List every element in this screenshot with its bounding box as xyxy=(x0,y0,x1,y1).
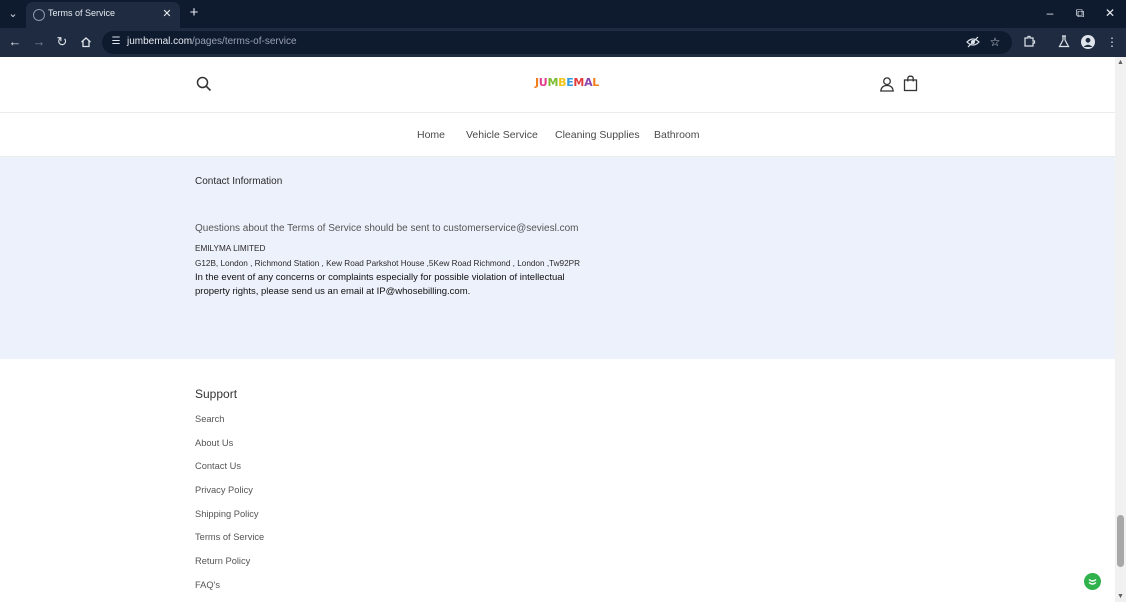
minimize-button[interactable]: – xyxy=(1040,4,1060,22)
footer-link-shipping-policy[interactable]: Shipping Policy xyxy=(195,509,259,519)
browser-tab-strip: ⌄ Terms of Service ✕ + – ⧉ ✕ xyxy=(0,0,1126,28)
footer-link-about-us[interactable]: About Us xyxy=(195,438,233,448)
profile-button[interactable] xyxy=(1081,35,1095,49)
company-name: EMILYMA LIMITED xyxy=(195,244,266,253)
tab-search-button[interactable]: ⌄ xyxy=(4,5,22,23)
contact-information-section: Contact Information Questions about the … xyxy=(0,157,1115,359)
account-button[interactable] xyxy=(879,76,895,94)
logo-letter: M xyxy=(573,76,585,89)
address-bar[interactable]: ☰ jumbemal.com/pages/terms-of-service ☆ xyxy=(102,31,1012,54)
chevron-down-icon: ⌄ xyxy=(8,8,18,20)
search-button[interactable] xyxy=(196,76,214,94)
forward-button[interactable]: → xyxy=(30,33,48,51)
ip-complaint-notice: In the event of any concerns or complain… xyxy=(195,272,565,297)
contact-question-text: Questions about the Terms of Service sho… xyxy=(195,223,579,234)
nav-link-home[interactable]: Home xyxy=(417,129,445,141)
user-icon xyxy=(880,77,894,92)
main-navigation: Home Vehicle Service Cleaning Supplies B… xyxy=(0,113,1115,157)
footer-link-search[interactable]: Search xyxy=(195,414,224,424)
arrow-right-icon: → xyxy=(32,34,46,49)
star-icon: ☆ xyxy=(989,35,1001,49)
tab-title: Terms of Service xyxy=(48,8,116,18)
labs-button[interactable] xyxy=(1055,33,1073,51)
eye-off-icon xyxy=(966,36,980,48)
restore-button[interactable]: ⧉ xyxy=(1070,4,1090,22)
close-icon: ✕ xyxy=(162,8,172,20)
back-button[interactable]: ← xyxy=(6,33,24,51)
logo-letter: M xyxy=(547,76,559,89)
site-logo[interactable]: JUMBEMAL xyxy=(535,76,599,89)
nav-link-bathroom[interactable]: Bathroom xyxy=(654,129,700,141)
logo-letter: B xyxy=(558,76,567,89)
chat-widget-button[interactable] xyxy=(1084,573,1101,590)
footer-link-contact-us[interactable]: Contact Us xyxy=(195,461,241,471)
flask-icon xyxy=(1058,35,1070,48)
url-path: /pages/terms-of-service xyxy=(192,36,297,47)
url-host: jumbemal.com xyxy=(127,36,193,47)
footer-link-faqs[interactable]: FAQ's xyxy=(195,580,220,590)
minimize-icon: – xyxy=(1046,6,1054,20)
page-scrollbar[interactable]: ▲ ▼ xyxy=(1115,57,1126,602)
footer-link-return-policy[interactable]: Return Policy xyxy=(195,556,250,566)
extensions-button[interactable] xyxy=(1020,33,1038,51)
scroll-up-arrow-icon[interactable]: ▲ xyxy=(1117,59,1124,66)
shopping-bag-icon xyxy=(903,75,918,92)
nav-link-cleaning-supplies[interactable]: Cleaning Supplies xyxy=(555,129,640,141)
browser-tab[interactable]: Terms of Service ✕ xyxy=(26,2,180,28)
close-window-button[interactable]: ✕ xyxy=(1100,4,1120,22)
scroll-down-arrow-icon[interactable]: ▼ xyxy=(1117,593,1124,600)
bookmark-button[interactable]: ☆ xyxy=(987,34,1003,50)
home-button[interactable] xyxy=(77,33,95,51)
reload-button[interactable]: ↻ xyxy=(53,33,71,51)
url-text: jumbemal.com/pages/terms-of-service xyxy=(127,36,297,47)
scrollbar-thumb[interactable] xyxy=(1117,515,1124,567)
plus-icon: + xyxy=(189,4,199,21)
contact-heading: Contact Information xyxy=(195,176,283,187)
footer-link-terms-of-service[interactable]: Terms of Service xyxy=(195,532,264,542)
page-viewport: JUMBEMAL Home Vehicle Service Cleaning S… xyxy=(0,57,1115,602)
browser-toolbar: ← → ↻ ☰ jumbemal.com/pages/terms-of-serv… xyxy=(0,28,1126,57)
search-icon xyxy=(196,76,212,92)
kebab-menu-icon: ⋮ xyxy=(1106,35,1118,49)
globe-icon xyxy=(33,9,45,21)
nav-link-vehicle-service[interactable]: Vehicle Service xyxy=(466,129,538,141)
logo-letter: L xyxy=(592,76,599,89)
reload-icon: ↻ xyxy=(56,34,68,49)
browser-menu-button[interactable]: ⋮ xyxy=(1103,33,1121,51)
restore-icon: ⧉ xyxy=(1075,6,1085,20)
footer-support-heading: Support xyxy=(195,387,238,401)
cart-button[interactable] xyxy=(903,75,919,93)
site-footer: Support Search About Us Contact Us Priva… xyxy=(0,359,1115,602)
tracking-protection-button[interactable] xyxy=(965,34,981,50)
puzzle-icon xyxy=(1023,35,1035,47)
footer-link-privacy-policy[interactable]: Privacy Policy xyxy=(195,485,253,495)
chat-icon xyxy=(1088,578,1097,585)
site-header: JUMBEMAL xyxy=(0,57,1115,113)
arrow-left-icon: ← xyxy=(8,34,22,49)
close-icon: ✕ xyxy=(1104,6,1116,20)
tune-icon: ☰ xyxy=(111,36,121,47)
site-info-button[interactable]: ☰ xyxy=(109,35,123,49)
close-tab-button[interactable]: ✕ xyxy=(160,7,174,21)
company-address: G12B, London , Richmond Station , Kew Ro… xyxy=(195,259,581,268)
home-icon xyxy=(81,37,91,48)
new-tab-button[interactable]: + xyxy=(186,5,202,21)
profile-icon xyxy=(1083,37,1093,47)
